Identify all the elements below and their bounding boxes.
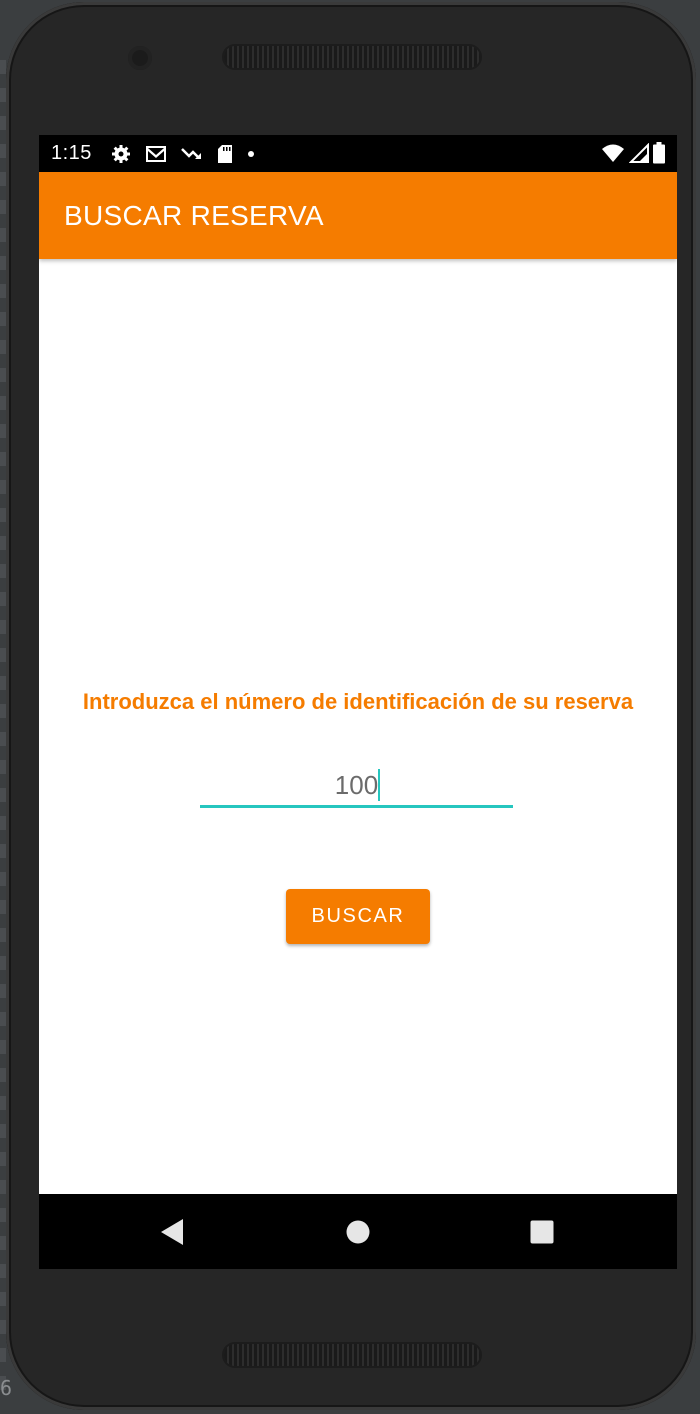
device-screen: 1:15 BUSCAR RESERVA Introduzca el número…: [39, 135, 677, 1269]
front-camera: [128, 46, 152, 70]
reservation-id-input[interactable]: [200, 765, 513, 805]
navigation-bar: [39, 1194, 677, 1269]
sd-card-icon: [218, 145, 232, 163]
top-speaker-grille: [224, 46, 480, 68]
nav-home-button[interactable]: [318, 1194, 398, 1269]
status-notification-icons: [111, 143, 255, 165]
device-frame: 1:15 BUSCAR RESERVA Introduzca el número…: [6, 2, 696, 1410]
battery-icon: [653, 142, 665, 164]
app-bar: BUSCAR RESERVA: [39, 172, 677, 259]
ide-line-number: 6: [0, 1376, 13, 1400]
status-bar: 1:15: [39, 135, 677, 172]
cell-signal-icon: [629, 143, 649, 163]
home-icon: [346, 1220, 370, 1243]
nav-back-button[interactable]: [132, 1194, 212, 1269]
mail-icon: [146, 146, 166, 162]
settings-icon: [112, 145, 130, 163]
text-caret: [378, 769, 380, 801]
dot-icon: [248, 151, 254, 157]
input-underline: [200, 805, 513, 808]
status-system-icons: [601, 142, 665, 164]
nav-recents-button[interactable]: [502, 1194, 582, 1269]
page-title: BUSCAR RESERVA: [64, 200, 324, 231]
back-icon: [161, 1218, 183, 1245]
search-button[interactable]: BUSCAR: [286, 889, 430, 944]
trending-down-icon: [181, 148, 201, 159]
wifi-icon: [602, 144, 624, 162]
prompt-label: Introduzca el número de identificación d…: [82, 689, 634, 714]
status-time: 1:15: [51, 142, 92, 164]
recents-icon: [530, 1220, 554, 1243]
reservation-id-field[interactable]: [200, 765, 513, 809]
bottom-speaker-grille: [224, 1344, 480, 1366]
